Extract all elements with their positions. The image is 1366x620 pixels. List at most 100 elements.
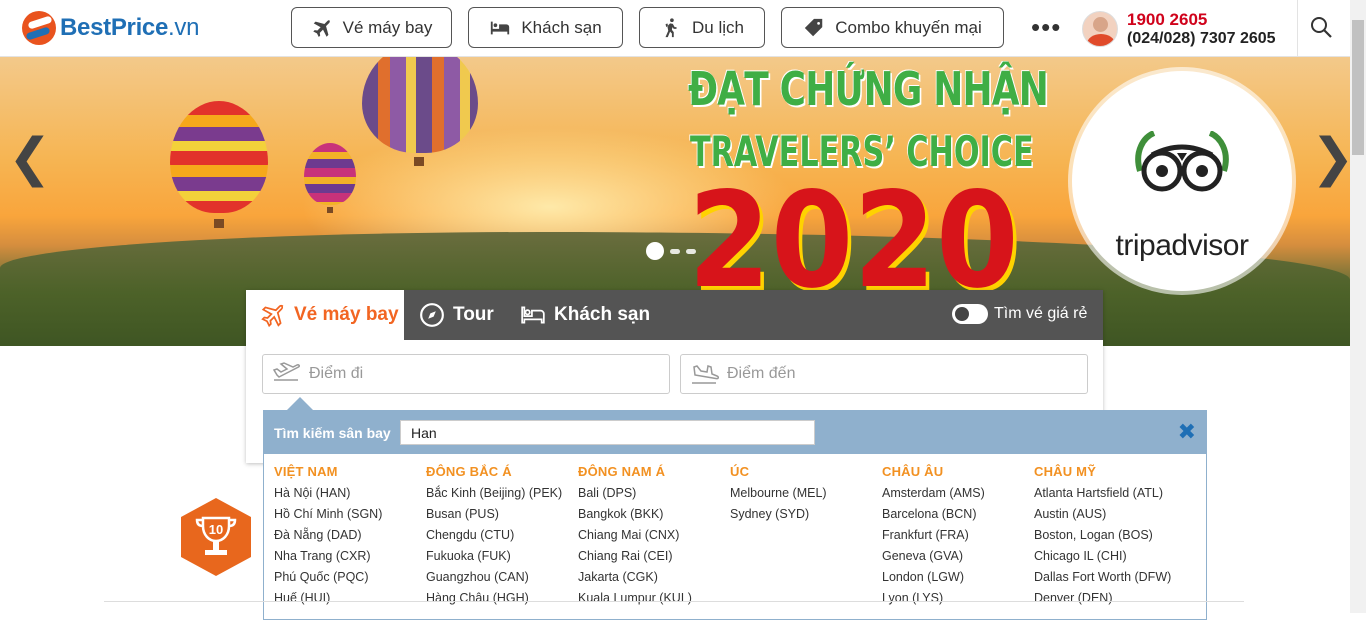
destination-field[interactable]	[680, 354, 1088, 394]
airport-option[interactable]: Bangkok (BKK)	[578, 506, 728, 527]
airport-search-label: Tìm kiếm sân bay	[274, 424, 391, 441]
airport-list: Atlanta Hartsfield (ATL) Austin (AUS) Bost…	[1034, 485, 1184, 611]
airport-list: Amsterdam (AMS) Barcelona (BCN) Frankfurt …	[882, 485, 1032, 611]
cheap-fare-toggle[interactable]: Tìm vé giá rẻ	[952, 304, 1087, 324]
airport-option[interactable]: Amsterdam (AMS)	[882, 485, 1032, 506]
hotline[interactable]: 1900 2605 (024/028) 7307 2605	[1127, 10, 1276, 48]
slide-dot-active[interactable]	[646, 242, 664, 260]
tag-icon	[805, 18, 823, 36]
logo-icon	[22, 11, 56, 45]
airport-option[interactable]: Fukuoka (FUK)	[426, 548, 576, 569]
search-icon	[1311, 17, 1332, 38]
svg-text:10: 10	[209, 522, 223, 537]
airport-option[interactable]: Chiang Rai (CEI)	[578, 548, 728, 569]
airport-option[interactable]: Chiang Mai (CNX)	[578, 527, 728, 548]
airport-option[interactable]: Phú Quốc (PQC)	[274, 569, 424, 590]
site-header: BestPrice.vn Vé máy bay Khách sạn Du lịc…	[0, 0, 1350, 57]
tab-tour-label: Tour	[453, 304, 494, 325]
bed-icon	[491, 21, 510, 34]
departure-input[interactable]	[309, 365, 649, 383]
tab-hotels-label: Khách sạn	[554, 304, 651, 325]
hotline-secondary[interactable]: (024/028) 7307 2605	[1127, 29, 1276, 48]
search-tabs: Vé máy bay Tour Khách sạn Tìm vé giá rẻ	[246, 290, 1103, 340]
airport-option[interactable]: Boston, Logan (BOS)	[1034, 527, 1184, 548]
airport-option[interactable]: Hồ Chí Minh (SGN)	[274, 506, 424, 527]
region-column: CHÂU ÂU Amsterdam (AMS) Barcelona (BCN) Fra…	[882, 464, 1032, 611]
airport-list: Bắc Kinh (Beijing) (PEK) Busan (PUS) Cheng…	[426, 485, 576, 611]
airport-search-header: Tìm kiếm sân bay ✖	[264, 411, 1206, 454]
airport-option[interactable]: Bắc Kinh (Beijing) (PEK)	[426, 485, 576, 506]
close-icon[interactable]: ✖	[1178, 421, 1196, 443]
airport-option[interactable]: Đà Nẵng (DAD)	[274, 527, 424, 548]
airport-option[interactable]: Hà Nội (HAN)	[274, 485, 424, 506]
airport-option[interactable]: Barcelona (BCN)	[882, 506, 1032, 527]
logo-domain: .vn	[168, 14, 200, 41]
hot-air-balloon	[362, 57, 478, 153]
tab-hotels[interactable]: Khách sạn	[520, 290, 650, 340]
departure-field[interactable]	[262, 354, 670, 394]
takeoff-icon	[272, 362, 300, 381]
airport-list: Hà Nội (HAN) Hồ Chí Minh (SGN) Đà Nẵng (DA…	[274, 485, 424, 611]
airport-option[interactable]: London (LGW)	[882, 569, 1032, 590]
airport-option[interactable]: Sydney (SYD)	[730, 506, 880, 527]
support-avatar	[1082, 11, 1118, 47]
region-column: ĐÔNG NAM Á Bali (DPS) Bangkok (BKK) Chiang …	[578, 464, 728, 611]
nav-tours-button[interactable]: Du lịch	[639, 7, 765, 48]
header-divider	[1297, 0, 1298, 57]
logo-text: BestPrice	[60, 14, 169, 41]
region-heading: ĐÔNG BẮC Á	[426, 464, 512, 479]
hotline-primary[interactable]: 1900 2605	[1127, 10, 1276, 29]
region-column: VIỆT NAM Hà Nội (HAN) Hồ Chí Minh (SGN) Đà …	[274, 464, 424, 611]
nav-combo-button[interactable]: Combo khuyến mại	[781, 7, 1004, 48]
nav-tours-label: Du lịch	[692, 17, 744, 37]
search-button[interactable]	[1309, 15, 1335, 41]
compass-icon	[420, 303, 444, 327]
airport-option[interactable]: Austin (AUS)	[1034, 506, 1184, 527]
airport-option[interactable]: Atlanta Hartsfield (ATL)	[1034, 485, 1184, 506]
airport-search-input[interactable]	[400, 420, 815, 445]
airport-option[interactable]: Guangzhou (CAN)	[426, 569, 576, 590]
scrollbar-thumb[interactable]	[1352, 20, 1364, 155]
toggle-switch[interactable]	[952, 304, 988, 324]
nav-flights-button[interactable]: Vé máy bay	[291, 7, 452, 48]
hotel-bed-icon	[521, 306, 545, 324]
airport-option[interactable]: Frankfurt (FRA)	[882, 527, 1032, 548]
airport-option[interactable]: Chicago IL (CHI)	[1034, 548, 1184, 569]
region-heading: CHÂU MỸ	[1034, 464, 1097, 479]
region-column: ĐÔNG BẮC Á Bắc Kinh (Beijing) (PEK) Busan …	[426, 464, 576, 611]
region-heading: ÚC	[730, 464, 750, 479]
airport-list: Melbourne (MEL) Sydney (SYD)	[730, 485, 880, 527]
airport-list: Bali (DPS) Bangkok (BKK) Chiang Mai (CNX) C…	[578, 485, 728, 611]
airport-option[interactable]: Melbourne (MEL)	[730, 485, 880, 506]
cheap-fare-label: Tìm vé giá rẻ	[994, 305, 1088, 322]
tripadvisor-wordmark: tripadvisor	[1115, 229, 1249, 262]
airport-option[interactable]: Nha Trang (CXR)	[274, 548, 424, 569]
airport-option[interactable]: Chengdu (CTU)	[426, 527, 576, 548]
airport-option[interactable]: Jakarta (CGK)	[578, 569, 728, 590]
region-heading: ĐÔNG NAM Á	[578, 464, 666, 479]
nav-hotels-button[interactable]: Khách sạn	[468, 7, 623, 48]
airport-option[interactable]: Busan (PUS)	[426, 506, 576, 527]
airport-option[interactable]: Dallas Fort Worth (DFW)	[1034, 569, 1184, 590]
airport-search-dropdown: Tìm kiếm sân bay ✖ VIỆT NAM Hà Nội (HAN)H…	[263, 410, 1207, 620]
tab-flights[interactable]: Vé máy bay	[246, 290, 404, 340]
tripadvisor-owl-icon	[1135, 131, 1229, 192]
slide-dot[interactable]	[670, 248, 680, 254]
tab-tour[interactable]: Tour	[419, 290, 494, 340]
section-divider	[104, 601, 1244, 602]
banner-next-arrow[interactable]: ❯	[1311, 132, 1350, 184]
hot-air-balloon	[170, 101, 268, 213]
hiker-icon	[665, 17, 677, 37]
bestprice-logo[interactable]: BestPrice.vn	[22, 10, 199, 46]
nav-combo-label: Combo khuyến mại	[835, 17, 982, 37]
trophy-badge-icon: 10	[181, 498, 251, 576]
landing-icon	[692, 365, 719, 384]
more-menu-button[interactable]: •••	[1031, 14, 1061, 40]
airport-option[interactable]: Geneva (GVA)	[882, 548, 1032, 569]
destination-input[interactable]	[727, 365, 1067, 383]
dropdown-pointer	[286, 397, 314, 411]
region-heading: CHÂU ÂU	[882, 464, 944, 479]
banner-prev-arrow[interactable]: ❮	[8, 132, 52, 184]
airport-option[interactable]: Bali (DPS)	[578, 485, 728, 506]
hot-air-balloon	[304, 143, 356, 205]
